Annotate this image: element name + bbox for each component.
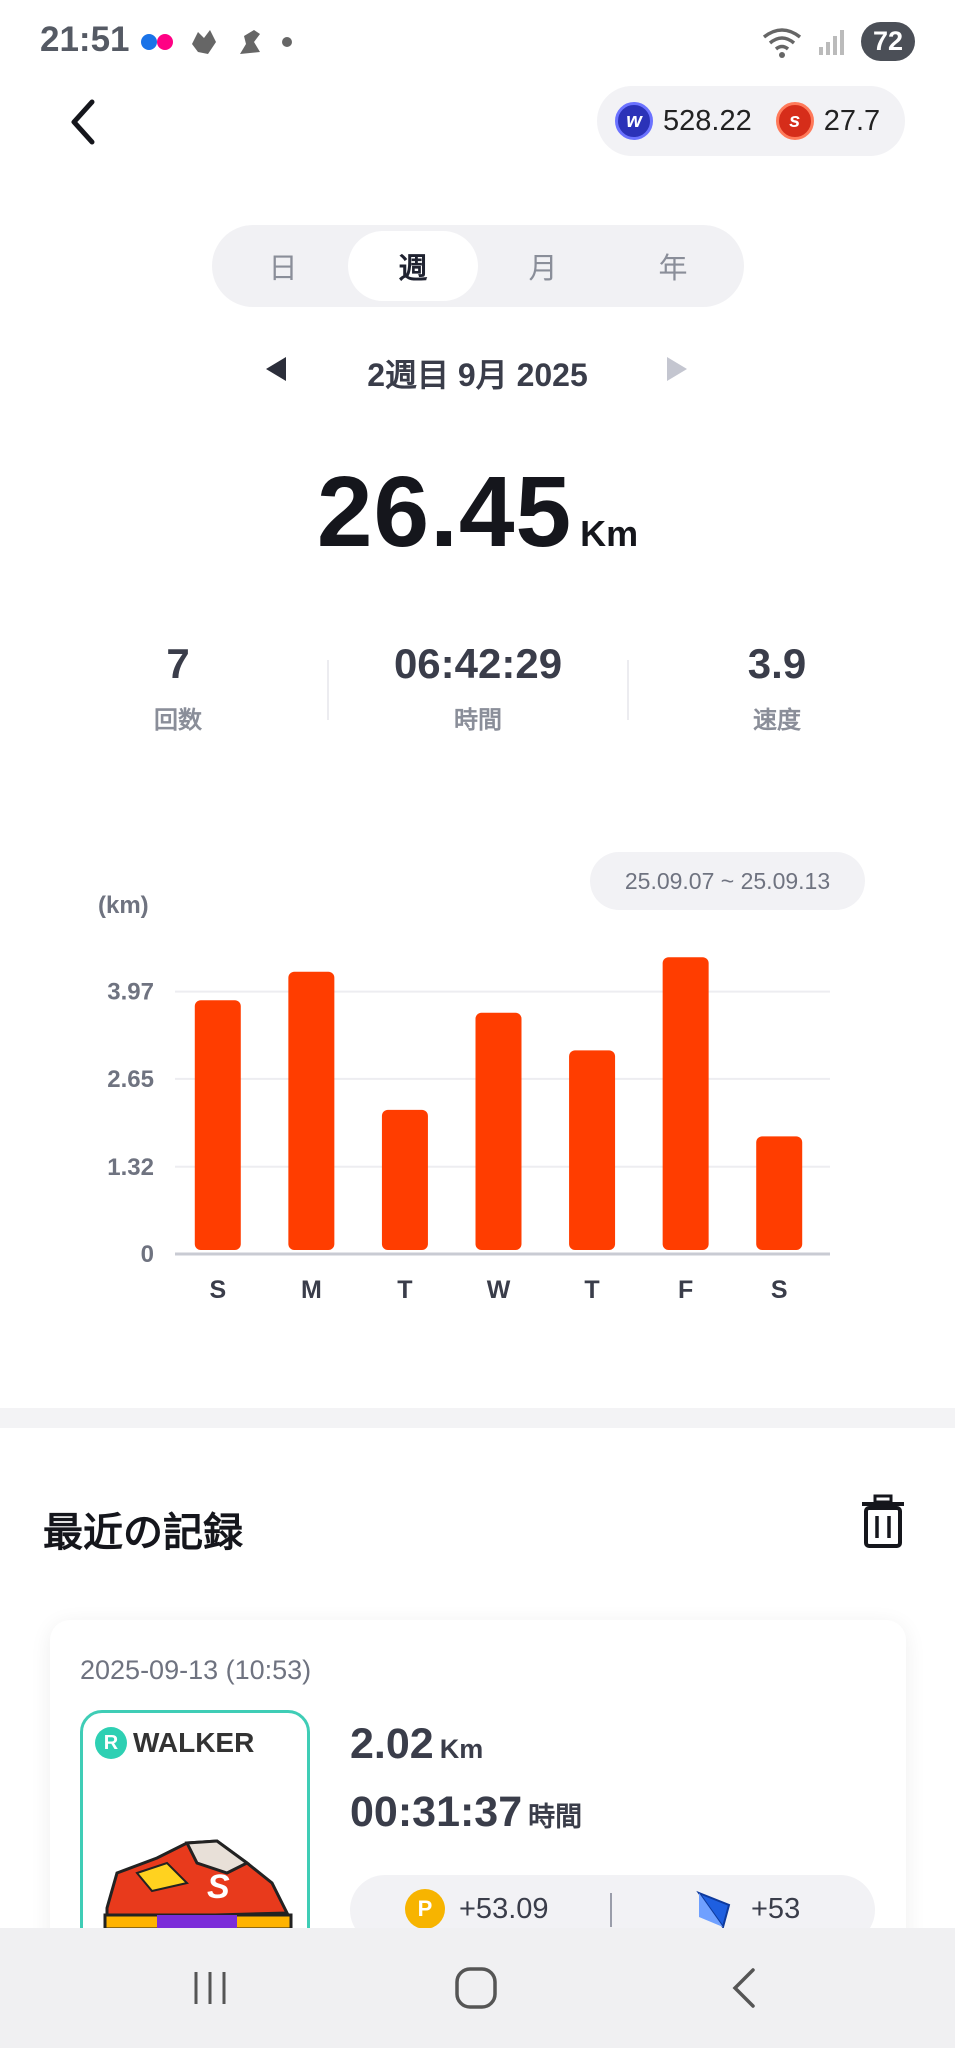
svg-text:S: S: [207, 1868, 230, 1906]
y-tick-label: 1.32: [107, 1154, 154, 1181]
y-tick-label: 2.65: [107, 1066, 154, 1093]
points-reward: P +53.09: [405, 1889, 549, 1929]
distance-unit: Km: [580, 513, 639, 554]
record-time: 00:31:37 時間: [350, 1788, 582, 1837]
trash-icon: [862, 1494, 904, 1548]
chart-bar[interactable]: [756, 1136, 803, 1250]
recent-apps-icon: [194, 1972, 226, 2004]
shoe-type-badge: R WALKER: [95, 1727, 254, 1759]
stat-time-value: 06:42:29: [393, 640, 563, 687]
leaf-icon: [192, 30, 216, 54]
nav-back-button[interactable]: [704, 1958, 784, 2018]
y-tick-label: 3.97: [107, 979, 154, 1006]
gem-icon: [696, 1890, 731, 1929]
period-label: 2週目 9月 2025: [367, 357, 588, 393]
shoe-rarity-icon: R: [95, 1727, 127, 1759]
stat-speed-value: 3.9: [747, 640, 807, 687]
y-tick-label: 0: [141, 1241, 154, 1268]
x-tick-label: S: [209, 1276, 226, 1300]
wifi-icon: [762, 27, 802, 58]
delete-button[interactable]: [858, 1494, 908, 1550]
stat-count: 7 回数: [28, 640, 328, 735]
record-date: 2025-09-13 (10:53): [80, 1655, 312, 1685]
sneaker-icon: S: [103, 1839, 293, 1937]
total-distance: 26.45 Km: [0, 455, 955, 570]
record-distance-unit: Km: [439, 1734, 484, 1764]
chevron-left-icon: [71, 99, 95, 145]
stat-count-value: 7: [166, 640, 190, 687]
tab-week[interactable]: 週: [348, 231, 478, 301]
dot-icon: [282, 37, 292, 47]
recent-records-title: 最近の記録: [43, 1511, 243, 1555]
status-time: 21:51: [40, 20, 130, 59]
s-coin-icon: s: [775, 102, 814, 140]
points-reward-value: +53.09: [459, 1892, 549, 1925]
record-distance: 2.02 Km: [350, 1720, 483, 1769]
record-time-unit: 時間: [528, 1802, 583, 1832]
chart-bar[interactable]: [381, 1109, 428, 1250]
stats-row: 7 回数 06:42:29 時間 3.9 速度: [0, 640, 955, 750]
next-period-icon[interactable]: [667, 357, 687, 381]
system-nav-bar: [0, 1928, 955, 2048]
home-button[interactable]: [436, 1958, 516, 2018]
record-distance-value: 2.02: [350, 1720, 434, 1768]
stat-time-label: 時間: [454, 707, 502, 734]
signal-icon: [818, 29, 844, 55]
section-divider: [0, 1408, 955, 1428]
home-icon: [455, 1967, 497, 2009]
y-axis-label: (km): [98, 892, 149, 919]
battery-indicator: 72: [860, 22, 915, 61]
recent-apps-button[interactable]: [170, 1958, 250, 2018]
stat-speed-label: 速度: [753, 707, 801, 734]
weekly-chart: 25.09.07 ~ 25.09.13 (km) 0 1.32 2.65 3.97 S M T…: [0, 840, 955, 1304]
chart-bar[interactable]: [662, 957, 709, 1250]
stat-time: 06:42:29 時間: [328, 640, 628, 735]
x-tick-label: M: [301, 1276, 322, 1300]
reward-divider: [610, 1893, 612, 1927]
x-tick-label: F: [678, 1276, 693, 1300]
tab-month[interactable]: 月: [478, 231, 608, 301]
chart-bar[interactable]: [569, 1050, 616, 1250]
flickr-icon: [141, 34, 173, 50]
gem-reward-value: +53: [751, 1892, 801, 1925]
s-coin-balance: 27.7: [823, 104, 881, 137]
x-tick-label: T: [584, 1276, 599, 1300]
x-tick-label: T: [397, 1276, 412, 1300]
back-button[interactable]: [58, 92, 108, 152]
x-tick-label: W: [487, 1276, 511, 1300]
chart-bar[interactable]: [194, 1000, 241, 1250]
currency-balance[interactable]: w 528.22 s 27.7: [597, 86, 905, 156]
shoe-type-label: WALKER: [133, 1727, 255, 1758]
period-tabs: 日 週 月 年: [212, 225, 744, 307]
w-coin-icon: w: [615, 102, 653, 140]
chart-bar[interactable]: [475, 1012, 522, 1250]
x-tick-label: S: [771, 1276, 788, 1300]
stat-count-label: 回数: [154, 707, 202, 734]
tab-day[interactable]: 日: [218, 231, 348, 301]
gem-reward: +53: [695, 1889, 800, 1929]
p-coin-icon: P: [405, 1889, 445, 1929]
nav-back-icon: [732, 1968, 755, 2008]
stat-speed: 3.9 速度: [627, 640, 927, 735]
chart-bar[interactable]: [288, 971, 335, 1250]
w-coin-balance: 528.22: [663, 104, 752, 137]
runner-icon: [240, 30, 260, 54]
date-range-badge: 25.09.07 ~ 25.09.13: [590, 852, 865, 910]
tab-year[interactable]: 年: [608, 231, 738, 301]
notification-icons: [140, 26, 294, 58]
distance-value: 26.45: [316, 456, 573, 568]
record-time-value: 00:31:37: [350, 1788, 523, 1836]
status-bar: 21:51 72: [0, 0, 955, 80]
period-selector: 2週目 9月 2025: [0, 345, 955, 395]
